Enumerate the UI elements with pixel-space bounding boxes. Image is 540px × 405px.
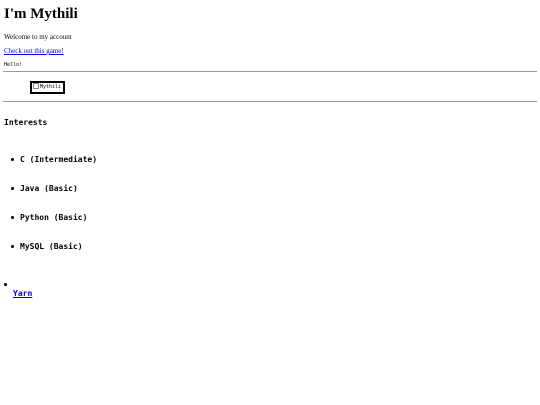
interest-label: Java (Basic) <box>20 184 78 193</box>
divider <box>3 101 537 102</box>
avatar-alt-text: Mythili <box>40 84 62 90</box>
bullet-icon <box>4 283 7 286</box>
list-item: C (Intermediate) <box>11 155 98 164</box>
broken-image-icon <box>33 83 39 89</box>
bullet-icon <box>11 245 14 248</box>
game-link[interactable]: Check out this game! <box>4 47 64 55</box>
bullet-icon <box>11 187 14 190</box>
interest-label: Python (Basic) <box>20 213 88 222</box>
welcome-text: Welcome to my account <box>4 33 72 41</box>
list-item: Java (Basic) <box>11 184 78 193</box>
interest-label: MySQL (Basic) <box>20 242 83 251</box>
bullet-icon <box>11 158 14 161</box>
interests-heading: Interests <box>4 118 48 127</box>
hello-text: Hello! <box>4 62 23 68</box>
yarn-link[interactable]: Yarn <box>13 289 32 298</box>
bullet-icon <box>11 216 14 219</box>
list-item: MySQL (Basic) <box>11 242 83 251</box>
avatar: Mythili <box>30 81 65 94</box>
page-title: I'm Mythili <box>4 6 78 22</box>
divider <box>3 71 537 72</box>
interest-label: C (Intermediate) <box>20 155 98 164</box>
page: I'm Mythili Welcome to my account Check … <box>0 0 540 405</box>
list-item: Python (Basic) <box>11 213 88 222</box>
